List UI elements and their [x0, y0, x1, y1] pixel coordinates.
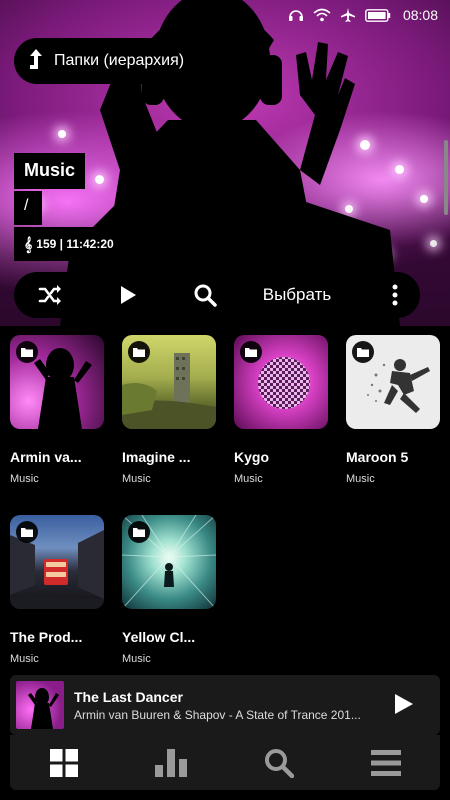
folder-info: Music / 𝄞 159 | 11:42:20 [14, 153, 126, 263]
folder-icon [133, 348, 145, 357]
folder-badge [128, 521, 150, 543]
more-options-button[interactable] [370, 272, 420, 318]
folder-icon [21, 348, 33, 357]
play-all-button[interactable] [88, 272, 168, 318]
play-icon [395, 694, 413, 714]
more-vert-icon [392, 284, 398, 306]
scrollbar[interactable] [444, 140, 448, 215]
folder-badge [352, 341, 374, 363]
nav-menu[interactable] [333, 735, 441, 790]
folder-badge [240, 341, 262, 363]
folder-subtitle: Music [10, 653, 39, 665]
folder-subtitle: Music [122, 653, 151, 665]
folder-name: Yellow Cl... [122, 629, 196, 645]
search-icon [194, 284, 217, 307]
search-button[interactable] [170, 272, 240, 318]
equalizer-icon [155, 748, 188, 777]
nav-search[interactable] [225, 735, 333, 790]
folder-name: Armin va... [10, 449, 82, 465]
folder-artwork [234, 335, 328, 429]
play-pause-button[interactable] [394, 693, 414, 720]
folder-title: Music [14, 153, 86, 189]
folder-artwork [122, 335, 216, 429]
now-playing-artist: Armin van Buuren & Shapov - A State of T… [74, 707, 361, 722]
folder-artwork [10, 515, 104, 609]
status-bar: 08:08 [0, 0, 450, 30]
folder-path: / [14, 191, 42, 225]
folders-hierarchy-label: Папки (иерархия) [54, 52, 185, 69]
folder-tile[interactable]: Maroon 5 Music [346, 335, 440, 485]
shuffle-icon [38, 285, 61, 305]
folder-stats: 𝄞 159 | 11:42:20 [14, 227, 126, 261]
grid-icon [49, 748, 78, 777]
folder-badge [16, 521, 38, 543]
folder-badge [16, 341, 38, 363]
folder-icon [133, 528, 145, 537]
folder-tile[interactable]: Kygo Music [234, 335, 328, 485]
nav-library[interactable] [10, 735, 118, 790]
wifi-icon [313, 8, 331, 22]
play-icon [121, 286, 136, 304]
now-playing-info: The Last Dancer Armin van Buuren & Shapo… [74, 689, 382, 722]
folder-subtitle: Music [10, 473, 39, 485]
select-button[interactable]: Выбрать [242, 272, 352, 318]
nav-equalizer[interactable] [118, 735, 226, 790]
treble-clef-icon: 𝄞 [24, 235, 33, 252]
clock: 08:08 [402, 7, 438, 23]
headphones-icon [287, 8, 305, 22]
battery-icon [365, 8, 391, 22]
menu-icon [371, 749, 402, 776]
airplane-icon [339, 8, 357, 22]
folder-stats-text: 159 | 11:42:20 [36, 237, 114, 251]
folder-icon [357, 348, 369, 357]
now-playing-bar[interactable]: The Last Dancer Armin van Buuren & Shapo… [10, 675, 440, 735]
shuffle-button[interactable] [14, 272, 86, 318]
now-playing-artwork [16, 681, 64, 729]
folder-tile[interactable]: Yellow Cl... Music [122, 515, 216, 665]
folders-hierarchy-button[interactable]: Папки (иерархия) [14, 38, 201, 84]
folder-subtitle: Music [346, 473, 375, 485]
folder-name: Maroon 5 [346, 449, 409, 465]
playback-controls: Выбрать [14, 272, 436, 318]
folder-name: The Prod... [10, 629, 83, 645]
folder-icon [21, 528, 33, 537]
folder-name: Kygo [234, 449, 269, 465]
folder-artwork [346, 335, 440, 429]
folder-name: Imagine ... [122, 449, 191, 465]
folder-badge [128, 341, 150, 363]
folder-tile[interactable]: Armin va... Music [10, 335, 104, 485]
folder-tile[interactable]: Imagine ... Music [122, 335, 216, 485]
folder-subtitle: Music [234, 473, 263, 485]
folder-icon [245, 348, 257, 357]
folder-tile[interactable]: The Prod... Music [10, 515, 104, 665]
folder-artwork [122, 515, 216, 609]
search-icon [264, 748, 294, 778]
folder-artwork [10, 335, 104, 429]
up-level-icon [28, 48, 44, 75]
bottom-navigation [10, 735, 440, 790]
folder-subtitle: Music [122, 473, 151, 485]
now-playing-title: The Last Dancer [74, 688, 183, 705]
